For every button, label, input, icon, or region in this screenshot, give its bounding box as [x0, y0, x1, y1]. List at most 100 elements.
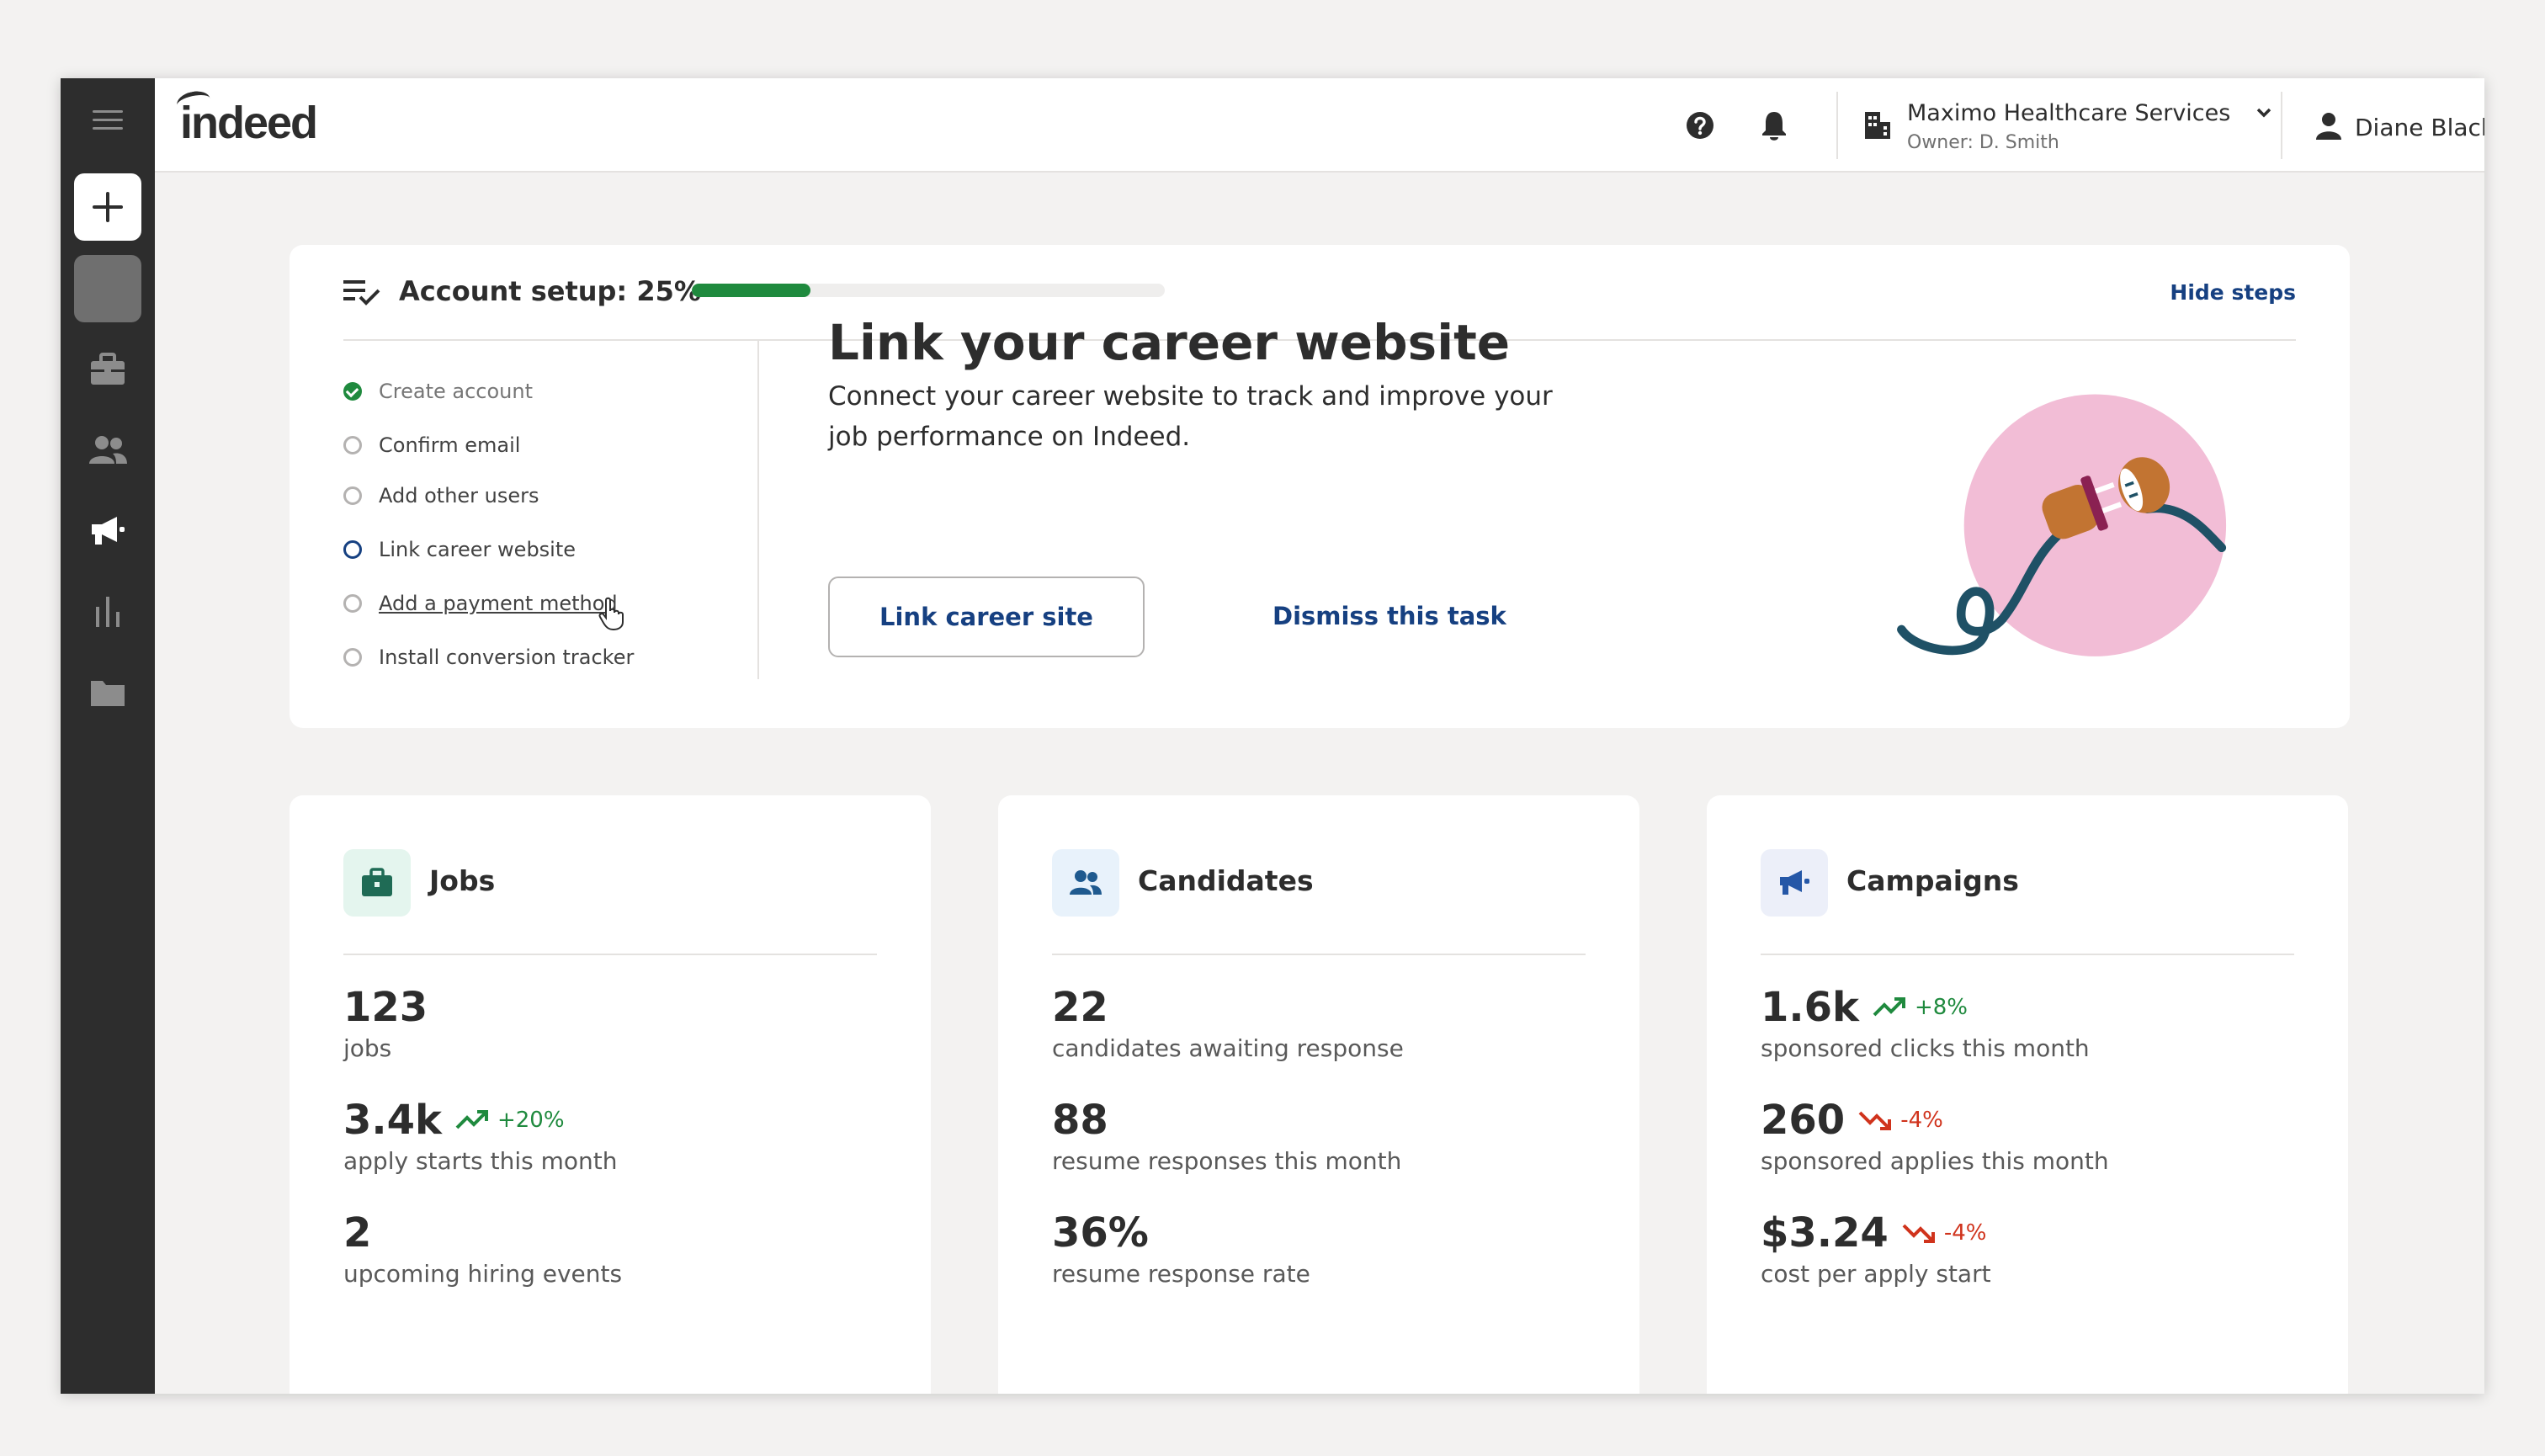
jobs-card-header: Jobs	[343, 795, 877, 955]
stat-value: 2	[343, 1209, 372, 1257]
stat-sponsored-clicks: 1.6k +8% sponsored clicks this month	[1761, 982, 2090, 1062]
jobs-icon-badge	[343, 849, 411, 917]
trend-down-indicator: -4%	[1902, 1220, 1987, 1246]
stat-caption: resume response rate	[1052, 1260, 1310, 1288]
dismiss-task-button[interactable]: Dismiss this task	[1272, 602, 1506, 630]
candidates-icon-badge	[1052, 849, 1119, 917]
task-description: Connect your career website to track and…	[828, 381, 1553, 452]
step-add-payment[interactable]: Add a payment method	[343, 587, 618, 620]
stat-value: $3.24	[1761, 1209, 1889, 1257]
stat-awaiting-response: 22 candidates awaiting response	[1052, 982, 1404, 1062]
step-add-users[interactable]: Add other users	[343, 479, 539, 513]
user-name: Diane Black	[2355, 114, 2484, 141]
setup-progress-fill	[692, 284, 810, 297]
chevron-down-icon	[2256, 108, 2271, 118]
campaigns-card[interactable]: Campaigns 1.6k +8% sponsored clicks this…	[1707, 795, 2348, 1394]
bar-chart-icon	[96, 597, 120, 627]
jobs-card[interactable]: Jobs 123 jobs 3.4k +20% apply starts thi…	[290, 795, 931, 1394]
trend-up-icon	[1873, 997, 1905, 1017]
check-circle-icon	[343, 382, 362, 401]
sidebar-item-analytics[interactable]	[74, 578, 141, 646]
trend-down-icon	[1858, 1111, 1892, 1130]
stat-caption: resume responses this month	[1052, 1147, 1402, 1175]
stat-caption: sponsored clicks this month	[1761, 1034, 2090, 1062]
campaigns-card-header: Campaigns	[1761, 795, 2294, 955]
trend-down-indicator: -4%	[1858, 1108, 1943, 1133]
stat-caption: apply starts this month	[343, 1147, 618, 1175]
step-label: Install conversion tracker	[379, 646, 635, 669]
account-setup-card: Account setup: 25% Hide steps Create acc…	[290, 245, 2350, 728]
hide-steps-link[interactable]: Hide steps	[2170, 280, 2296, 305]
stat-caption: jobs	[343, 1034, 392, 1062]
stat-jobs-count: 123 jobs	[343, 982, 428, 1062]
stat-caption: upcoming hiring events	[343, 1260, 623, 1288]
people-icon	[1070, 870, 1102, 895]
stat-value: 36%	[1052, 1209, 1149, 1257]
notifications-button[interactable]	[1754, 105, 1794, 146]
help-icon	[1687, 112, 1713, 139]
step-label: Add other users	[379, 484, 539, 507]
step-link-career-website[interactable]: Link career website	[343, 533, 576, 566]
company-owner: Owner: D. Smith	[1907, 132, 2059, 153]
empty-circle-icon	[343, 436, 362, 454]
plus-icon	[93, 192, 123, 222]
building-icon	[1865, 112, 1890, 139]
sidebar-item-files[interactable]	[74, 659, 141, 726]
step-label: Confirm email	[379, 433, 521, 457]
create-button[interactable]	[74, 173, 141, 241]
people-icon	[89, 436, 127, 464]
stat-cost-per-apply: $3.24 -4% cost per apply start	[1761, 1208, 1991, 1288]
help-button[interactable]	[1680, 105, 1720, 146]
top-header: indeed Maximo Healthcare Services Owner:…	[155, 78, 2484, 173]
task-title: Link your career website	[828, 314, 1511, 371]
candidates-card[interactable]: Candidates 22 candidates awaiting respon…	[998, 795, 1639, 1394]
megaphone-icon	[92, 517, 125, 545]
megaphone-icon	[1780, 870, 1809, 895]
plug-illustration	[1897, 394, 2227, 656]
trend-up-indicator: +8%	[1873, 995, 1968, 1020]
sidebar-item-placeholder[interactable]	[74, 255, 141, 322]
step-label: Add a payment method	[379, 592, 618, 615]
step-create-account[interactable]: Create account	[343, 375, 533, 408]
header-divider	[2281, 92, 2282, 159]
sidebar-item-jobs[interactable]	[74, 336, 141, 403]
stat-value: 3.4k	[343, 1097, 442, 1144]
indeed-logo[interactable]: indeed	[174, 88, 318, 149]
step-label: Link career website	[379, 538, 576, 561]
jobs-card-title: Jobs	[429, 864, 496, 897]
trend-up-icon	[455, 1110, 488, 1129]
trend-value: +8%	[1914, 995, 1968, 1020]
stat-sponsored-applies: 260 -4% sponsored applies this month	[1761, 1095, 2109, 1175]
stat-value: 123	[343, 984, 428, 1031]
hamburger-icon	[93, 110, 123, 130]
app-window: indeed Maximo Healthcare Services Owner:…	[61, 78, 2484, 1394]
stat-caption: candidates awaiting response	[1052, 1034, 1404, 1062]
hand-cursor-icon	[598, 597, 624, 630]
folder-icon	[91, 681, 125, 706]
step-confirm-email[interactable]: Confirm email	[343, 428, 520, 462]
candidates-card-title: Candidates	[1138, 864, 1314, 897]
stat-caption: sponsored applies this month	[1761, 1147, 2109, 1175]
account-setup-title: Account setup: 25%	[399, 275, 701, 307]
step-install-tracker[interactable]: Install conversion tracker	[343, 640, 634, 674]
stat-value: 22	[1052, 984, 1108, 1031]
setup-steps-list: Create account Confirm email Add other u…	[343, 341, 759, 679]
campaigns-icon-badge	[1761, 849, 1828, 917]
bell-icon	[1762, 112, 1786, 141]
sidebar-item-campaigns[interactable]	[74, 497, 141, 565]
company-name: Maximo Healthcare Services	[1907, 100, 2231, 126]
stat-value: 260	[1761, 1097, 1846, 1144]
active-circle-icon	[343, 540, 362, 559]
trend-value: -4%	[1900, 1108, 1943, 1133]
sidebar-item-candidates[interactable]	[74, 417, 141, 484]
link-career-site-button[interactable]: Link career site	[828, 577, 1145, 657]
briefcase-icon	[91, 353, 125, 385]
setup-progress-bar	[692, 284, 1165, 297]
trend-value: -4%	[1943, 1220, 1987, 1246]
stat-value: 1.6k	[1761, 984, 1859, 1031]
trend-down-icon	[1902, 1224, 1935, 1243]
user-icon	[2316, 113, 2341, 140]
stat-resume-responses: 88 resume responses this month	[1052, 1095, 1401, 1175]
step-label: Create account	[379, 380, 533, 403]
menu-button[interactable]	[74, 87, 141, 154]
